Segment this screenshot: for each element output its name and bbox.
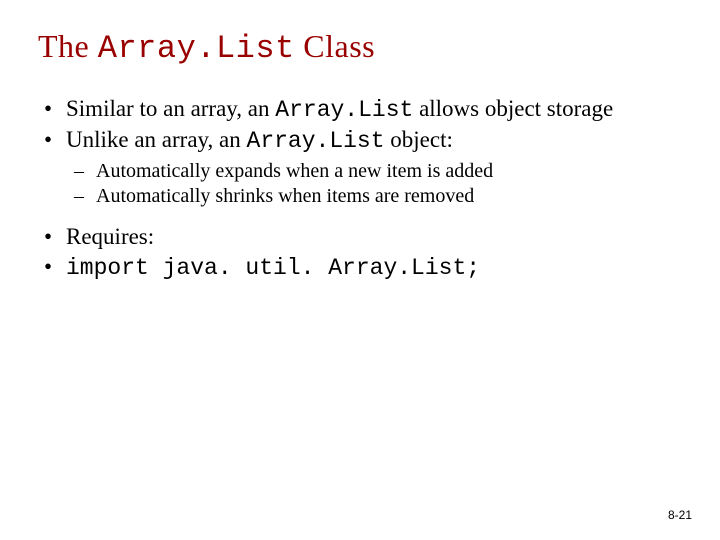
bullet-text: Similar to an array, an xyxy=(66,96,275,121)
bullet-item: Unlike an array, an Array.List object: A… xyxy=(66,126,682,209)
bullet-text: allows object storage xyxy=(413,96,613,121)
sub-bullet-text: Automatically expands when a new item is… xyxy=(96,160,493,182)
sub-bullet-list: Automatically expands when a new item is… xyxy=(66,159,682,209)
inline-code: Array.List xyxy=(275,97,413,123)
inline-code: Array.List xyxy=(247,128,385,154)
slide-title: The Array.List Class xyxy=(38,28,682,67)
bullet-item: import java. util. Array.List; xyxy=(66,253,682,282)
title-code: Array.List xyxy=(98,30,295,67)
title-post: Class xyxy=(295,28,375,64)
slide: The Array.List Class Similar to an array… xyxy=(0,0,720,540)
bullet-text: object: xyxy=(385,127,453,152)
bullet-item: Similar to an array, an Array.List allow… xyxy=(66,95,682,124)
bullet-item: Requires: xyxy=(66,223,682,251)
page-number: 8-21 xyxy=(668,508,692,522)
title-pre: The xyxy=(38,28,98,64)
bullet-text: Unlike an array, an xyxy=(66,127,247,152)
code-line: import java. util. Array.List; xyxy=(66,255,480,281)
bullet-text: Requires: xyxy=(66,224,154,249)
sub-bullet-item: Automatically expands when a new item is… xyxy=(96,159,682,183)
sub-bullet-item: Automatically shrinks when items are rem… xyxy=(96,184,682,208)
bullet-list: Requires: import java. util. Array.List; xyxy=(38,223,682,282)
sub-bullet-text: Automatically shrinks when items are rem… xyxy=(96,185,474,207)
bullet-list: Similar to an array, an Array.List allow… xyxy=(38,95,682,209)
